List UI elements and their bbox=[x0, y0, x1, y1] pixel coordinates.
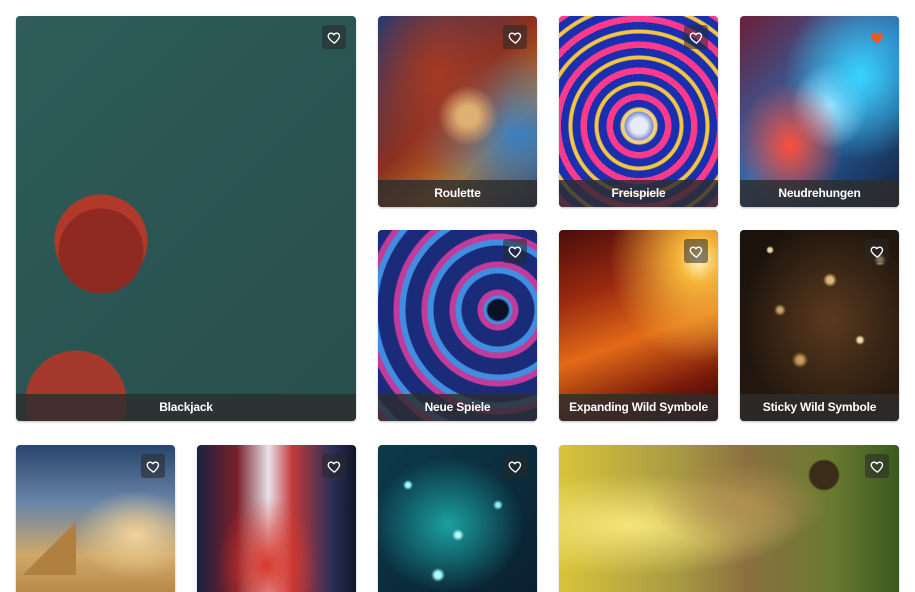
favorite-button[interactable] bbox=[865, 25, 889, 49]
heart-icon bbox=[508, 31, 521, 44]
heart-icon bbox=[146, 460, 159, 473]
tile-label: Roulette bbox=[378, 180, 537, 207]
game-category-grid: Blackjack Roulette Freispiele Neudrehung… bbox=[0, 0, 915, 592]
favorite-button[interactable] bbox=[503, 25, 527, 49]
category-tile-slots[interactable] bbox=[197, 445, 356, 592]
favorite-button[interactable] bbox=[503, 454, 527, 478]
heart-icon bbox=[870, 460, 883, 473]
category-tile-freispiele[interactable]: Freispiele bbox=[559, 16, 718, 207]
favorite-button[interactable] bbox=[865, 239, 889, 263]
category-tile-expanding-wild[interactable]: Expanding Wild Symbole bbox=[559, 230, 718, 421]
favorite-button[interactable] bbox=[503, 239, 527, 263]
tile-label: Neue Spiele bbox=[378, 394, 537, 421]
tree-house-image bbox=[559, 445, 899, 592]
favorite-button[interactable] bbox=[684, 239, 708, 263]
category-tile-pyramids[interactable] bbox=[16, 445, 175, 592]
heart-icon bbox=[689, 31, 702, 44]
category-tile-tree-house[interactable] bbox=[559, 445, 899, 592]
heart-icon bbox=[327, 31, 340, 44]
tile-label: Blackjack bbox=[16, 394, 356, 421]
favorite-button[interactable] bbox=[322, 454, 346, 478]
category-tile-bokeh[interactable] bbox=[378, 445, 537, 592]
tile-label: Sticky Wild Symbole bbox=[740, 394, 899, 421]
heart-icon bbox=[689, 245, 702, 258]
blackjack-image bbox=[16, 16, 356, 421]
category-tile-roulette[interactable]: Roulette bbox=[378, 16, 537, 207]
heart-filled-icon bbox=[870, 32, 883, 44]
heart-icon bbox=[870, 245, 883, 258]
heart-icon bbox=[508, 460, 521, 473]
favorite-button[interactable] bbox=[141, 454, 165, 478]
category-tile-sticky-wild[interactable]: Sticky Wild Symbole bbox=[740, 230, 899, 421]
tile-label: Expanding Wild Symbole bbox=[559, 394, 718, 421]
heart-icon bbox=[508, 245, 521, 258]
category-tile-neue-spiele[interactable]: Neue Spiele bbox=[378, 230, 537, 421]
favorite-button[interactable] bbox=[684, 25, 708, 49]
category-tile-blackjack[interactable]: Blackjack bbox=[16, 16, 356, 421]
favorite-button[interactable] bbox=[322, 25, 346, 49]
tile-label: Neudrehungen bbox=[740, 180, 899, 207]
tile-label: Freispiele bbox=[559, 180, 718, 207]
heart-icon bbox=[327, 460, 340, 473]
category-tile-neudrehungen[interactable]: Neudrehungen bbox=[740, 16, 899, 207]
favorite-button[interactable] bbox=[865, 454, 889, 478]
